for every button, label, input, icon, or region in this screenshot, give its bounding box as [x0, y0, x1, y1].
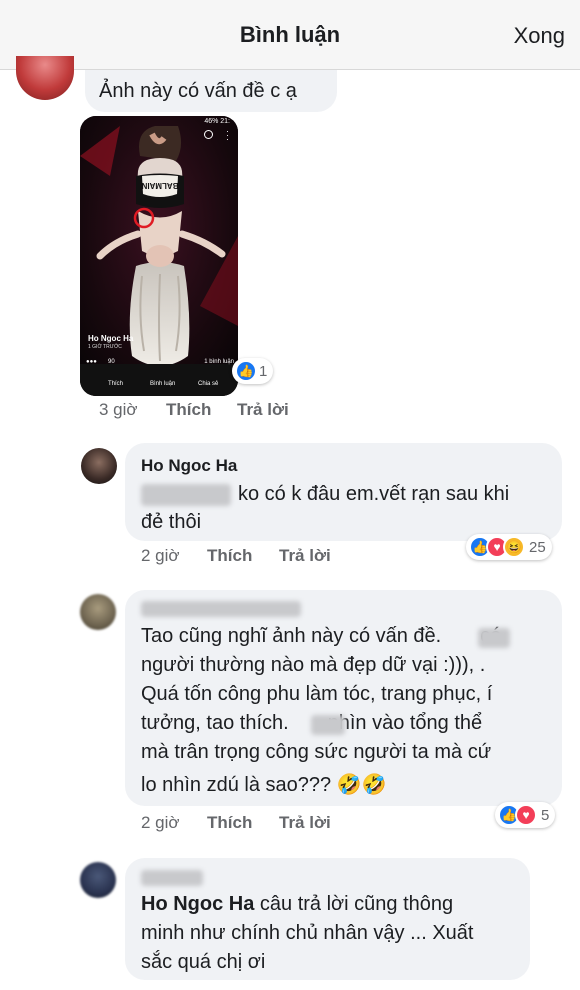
comment-time[interactable]: 2 giờ [141, 813, 180, 833]
shirt-text: BALMAIN [141, 181, 178, 190]
comment-author[interactable] [141, 870, 203, 886]
photo-status-bar: 46% 21: [204, 118, 230, 125]
page-title: Bình luận [239, 22, 341, 47]
photo-caption-name: Ho Ngoc Ha [88, 334, 134, 343]
like-button[interactable]: Thích [166, 400, 211, 420]
photo-illustration: BALMAIN [80, 116, 238, 396]
reply-button[interactable]: Trả lời [279, 546, 331, 566]
reaction-summary[interactable]: 👍 1 [232, 358, 274, 384]
reaction-summary[interactable]: 👍 ♥ 5 [495, 802, 556, 828]
avatar[interactable] [16, 56, 74, 100]
search-icon [204, 130, 213, 139]
comment-time[interactable]: 2 giờ [141, 546, 180, 566]
love-icon: ♥ [515, 804, 537, 826]
comment-text: minh như chính chủ nhân vậy ... Xuất [141, 922, 474, 944]
comment-time[interactable]: 3 giờ [99, 400, 138, 420]
photo-action-share: Chia sẻ [198, 381, 219, 387]
mention-tag[interactable] [478, 628, 510, 648]
done-button[interactable]: Xong [514, 23, 565, 49]
more-icon: · · · [226, 126, 229, 144]
like-button[interactable]: Thích [207, 546, 252, 566]
photo-action-like: Thích [108, 381, 124, 387]
comment-photo[interactable]: BALMAIN 46% 21: · · · Ho Ngoc Ha 1 GIỜ TRƯ… [80, 116, 238, 396]
like-button[interactable]: Thích [207, 813, 252, 833]
comment-text: lo nhìn zdú là sao??? 🤣🤣 [141, 774, 387, 796]
photo-reaction-icons: ●●● [86, 359, 97, 365]
photo-reaction-count: 90 [108, 359, 115, 365]
photo-caption-time: 1 GIỜ TRƯỚC [88, 344, 122, 350]
comment-text: Quá tốn công phu làm tóc, trang phục, í [141, 683, 493, 705]
haha-icon: 😆 [503, 536, 525, 558]
reply-button[interactable]: Trả lời [237, 400, 289, 420]
comment-text: người thường nào mà đẹp dữ vại :))), . [141, 654, 486, 676]
reaction-summary[interactable]: 👍 ♥ 😆 25 [466, 534, 552, 560]
like-icon: 👍 [235, 360, 257, 382]
header-bar: Bình luận Xong [0, 0, 580, 70]
reply-button[interactable]: Trả lời [279, 813, 331, 833]
comment-author[interactable]: Ho Ngoc Ha [141, 456, 237, 476]
avatar[interactable] [81, 448, 117, 484]
avatar[interactable] [80, 862, 116, 898]
avatar[interactable] [80, 594, 116, 630]
photo-action-comment: Bình luận [150, 381, 176, 387]
comment-text: Tao cũng nghĩ ảnh này có vấn đề. có [141, 625, 502, 647]
comment-author[interactable] [141, 601, 301, 617]
comment-text: Ảnh này có vấn đề c ạ [99, 80, 297, 102]
photo-comment-count: 1 bình luận [204, 359, 234, 365]
mention-tag[interactable]: Ho Ngoc Ha [141, 893, 254, 915]
comment-text: đẻ thôi [141, 511, 202, 533]
mention-tag[interactable] [141, 484, 231, 506]
comment-text: sắc quá chị ơi [141, 951, 266, 973]
comment-text: Ho Ngoc Ha câu trả lời cũng thông [141, 893, 454, 915]
comment-text: ko có k đâu em.vết rạn sau khi [238, 483, 510, 505]
comment-text: mà trân trọng công sức người ta mà cứ [141, 741, 492, 763]
mention-tag[interactable] [311, 715, 345, 735]
